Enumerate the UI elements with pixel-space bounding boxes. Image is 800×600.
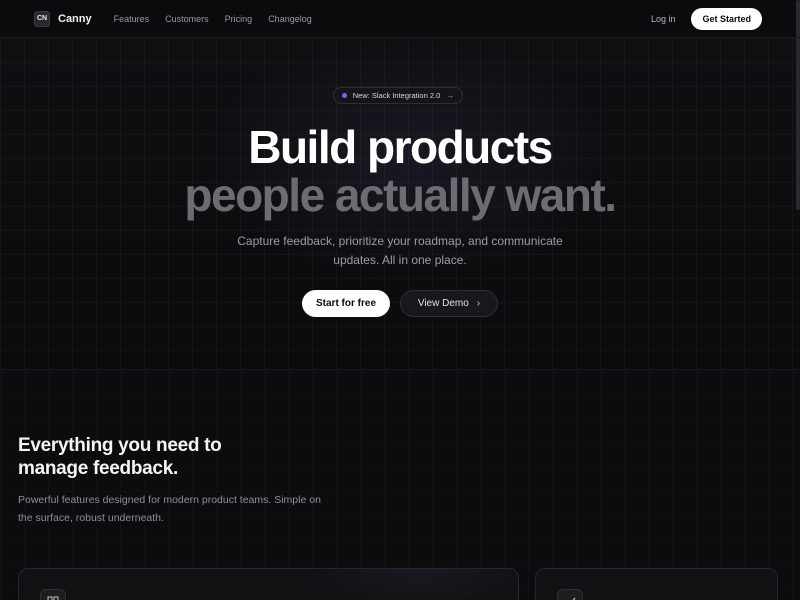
brand-name: Canny xyxy=(58,12,92,25)
view-demo-label: View Demo xyxy=(417,298,469,309)
features-section: Everything you need to manage feedback. … xyxy=(0,371,800,600)
features-subheading-line-1: Powerful features designed for modern pr… xyxy=(18,494,321,506)
feature-card[interactable] xyxy=(535,568,778,600)
get-started-button[interactable]: Get Started xyxy=(691,7,762,30)
page: CN Canny Features Customers Pricing Chan… xyxy=(0,0,800,600)
features-heading: Everything you need to manage feedback. xyxy=(18,434,338,480)
start-for-free-button[interactable]: Start for free xyxy=(302,290,390,317)
hero-title-line-2: people actually want. xyxy=(184,169,617,221)
features-heading-line-2: manage feedback. xyxy=(18,458,178,479)
features-grid-background xyxy=(0,371,800,600)
logo[interactable]: CN Canny xyxy=(34,10,92,27)
features-subheading-line-2: the surface, robust underneath. xyxy=(18,512,164,524)
badge-dot-icon xyxy=(341,93,347,98)
nav-link-pricing[interactable]: Pricing xyxy=(225,14,253,24)
features-heading-line-1: Everything you need to xyxy=(18,435,222,456)
announcement-badge[interactable]: New: Slack Integration 2.0 → xyxy=(333,87,463,104)
nav-actions: Log in Get Started xyxy=(651,7,766,30)
grid-icon xyxy=(40,589,66,600)
hero-actions: Start for free View Demo › xyxy=(0,290,800,317)
hero-section: New: Slack Integration 2.0 → Build produ… xyxy=(0,38,800,370)
nav-links: Features Customers Pricing Changelog xyxy=(114,14,312,24)
feature-card[interactable] xyxy=(18,568,519,600)
arrow-right-icon: → xyxy=(446,91,455,100)
nav-link-customers[interactable]: Customers xyxy=(165,14,209,24)
hero-title-line-1: Build products xyxy=(248,121,553,173)
view-demo-button[interactable]: View Demo › xyxy=(400,290,498,317)
features-subheading: Powerful features designed for modern pr… xyxy=(18,491,368,527)
hero-subtitle-line-1: Capture feedback, prioritize your roadma… xyxy=(237,234,563,248)
chevron-right-icon: › xyxy=(476,298,481,309)
badge-text: New: Slack Integration 2.0 xyxy=(352,91,441,100)
nav-link-changelog[interactable]: Changelog xyxy=(268,14,312,24)
nav-link-features[interactable]: Features xyxy=(114,14,150,24)
top-nav: CN Canny Features Customers Pricing Chan… xyxy=(0,0,800,38)
login-link[interactable]: Log in xyxy=(651,14,676,24)
logo-mark: CN xyxy=(34,10,50,27)
hero-subtitle-line-2: updates. All in one place. xyxy=(333,253,467,267)
chart-icon xyxy=(557,589,583,600)
hero-subtitle: Capture feedback, prioritize your roadma… xyxy=(200,232,600,270)
